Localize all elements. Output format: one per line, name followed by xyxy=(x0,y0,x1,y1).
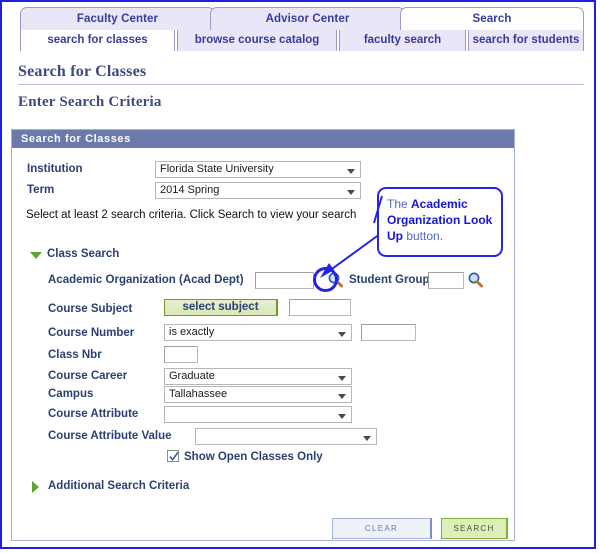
student-group-label: Student Group xyxy=(349,274,430,286)
campus-label: Campus xyxy=(48,388,94,400)
course-subject-input[interactable] xyxy=(289,299,351,316)
course-number-operator-value: is exactly xyxy=(169,326,215,338)
campus-value: Tallahassee xyxy=(169,388,228,400)
browser-page-frame: Faculty Center Advisor Center Search sea… xyxy=(0,0,596,549)
chevron-down-icon xyxy=(338,394,346,399)
class-nbr-label: Class Nbr xyxy=(48,349,102,361)
chevron-down-icon xyxy=(347,190,355,195)
subtab-search-for-classes[interactable]: search for classes xyxy=(20,30,175,51)
secondary-tab-bar: search for classes browse course catalog… xyxy=(20,30,584,51)
tab-faculty-center[interactable]: Faculty Center xyxy=(20,7,215,30)
additional-search-criteria-label: Additional Search Criteria xyxy=(48,480,190,492)
term-select-value: 2014 Spring xyxy=(160,184,220,196)
course-attribute-value-select[interactable] xyxy=(195,428,377,445)
instruction-text: Select at least 2 search criteria. Click… xyxy=(26,209,357,221)
chevron-down-icon xyxy=(338,376,346,381)
show-open-classes-checkbox[interactable] xyxy=(167,450,179,462)
student-group-input[interactable] xyxy=(428,272,464,289)
subtab-browse-course-catalog[interactable]: browse course catalog xyxy=(177,30,337,51)
callout-text-after: button. xyxy=(403,229,444,243)
course-number-operator-select[interactable]: is exactly xyxy=(164,324,352,341)
tab-advisor-center[interactable]: Advisor Center xyxy=(210,7,405,30)
primary-tab-bar: Faculty Center Advisor Center Search xyxy=(20,7,584,30)
institution-select[interactable]: Florida State University xyxy=(155,161,361,178)
class-nbr-input[interactable] xyxy=(164,346,198,363)
term-select[interactable]: 2014 Spring xyxy=(155,182,361,199)
tab-search[interactable]: Search xyxy=(400,7,584,30)
callout-text-before: The xyxy=(387,197,412,211)
course-number-input[interactable] xyxy=(361,324,416,341)
class-search-toggle[interactable]: Class Search xyxy=(30,248,119,260)
subtab-search-for-students[interactable]: search for students xyxy=(468,30,584,51)
panel-header: Search for Classes xyxy=(12,130,514,148)
chevron-down-icon xyxy=(338,332,346,337)
search-button[interactable]: Search xyxy=(441,518,508,539)
institution-select-value: Florida State University xyxy=(160,163,274,175)
triangle-right-icon xyxy=(32,481,39,493)
course-subject-label: Course Subject xyxy=(48,303,133,315)
academic-organization-input[interactable] xyxy=(255,272,314,289)
subtab-faculty-search[interactable]: faculty search xyxy=(339,30,466,51)
student-group-lookup-icon[interactable] xyxy=(467,271,484,288)
course-attribute-value-label: Course Attribute Value xyxy=(48,430,172,442)
term-label: Term xyxy=(27,184,55,196)
institution-label: Institution xyxy=(27,163,83,175)
chevron-down-icon xyxy=(338,414,346,419)
triangle-down-icon xyxy=(30,252,42,259)
course-number-label: Course Number xyxy=(48,327,135,339)
class-search-label: Class Search xyxy=(47,248,120,260)
academic-organization-label: Academic Organization (Acad Dept) xyxy=(48,274,244,286)
annotation-callout: The Academic Organization Look Up button… xyxy=(373,187,503,257)
show-open-classes-label: Show Open Classes Only xyxy=(184,451,323,463)
additional-search-criteria-toggle[interactable]: Additional Search Criteria xyxy=(32,480,190,493)
title-divider xyxy=(18,84,584,85)
academic-organization-lookup-icon[interactable] xyxy=(327,271,344,288)
course-career-select[interactable]: Graduate xyxy=(164,368,352,385)
clear-button[interactable]: Clear xyxy=(332,518,432,539)
campus-select[interactable]: Tallahassee xyxy=(164,386,352,403)
chevron-down-icon xyxy=(347,169,355,174)
course-career-label: Course Career xyxy=(48,370,128,382)
page-title: Search for Classes xyxy=(18,63,147,80)
course-career-value: Graduate xyxy=(169,370,215,382)
section-title: Enter Search Criteria xyxy=(18,94,162,110)
course-attribute-label: Course Attribute xyxy=(48,408,139,420)
select-subject-button[interactable]: select subject xyxy=(164,299,278,316)
course-attribute-select[interactable] xyxy=(164,406,352,423)
chevron-down-icon xyxy=(363,436,371,441)
callout-tail xyxy=(373,195,383,224)
